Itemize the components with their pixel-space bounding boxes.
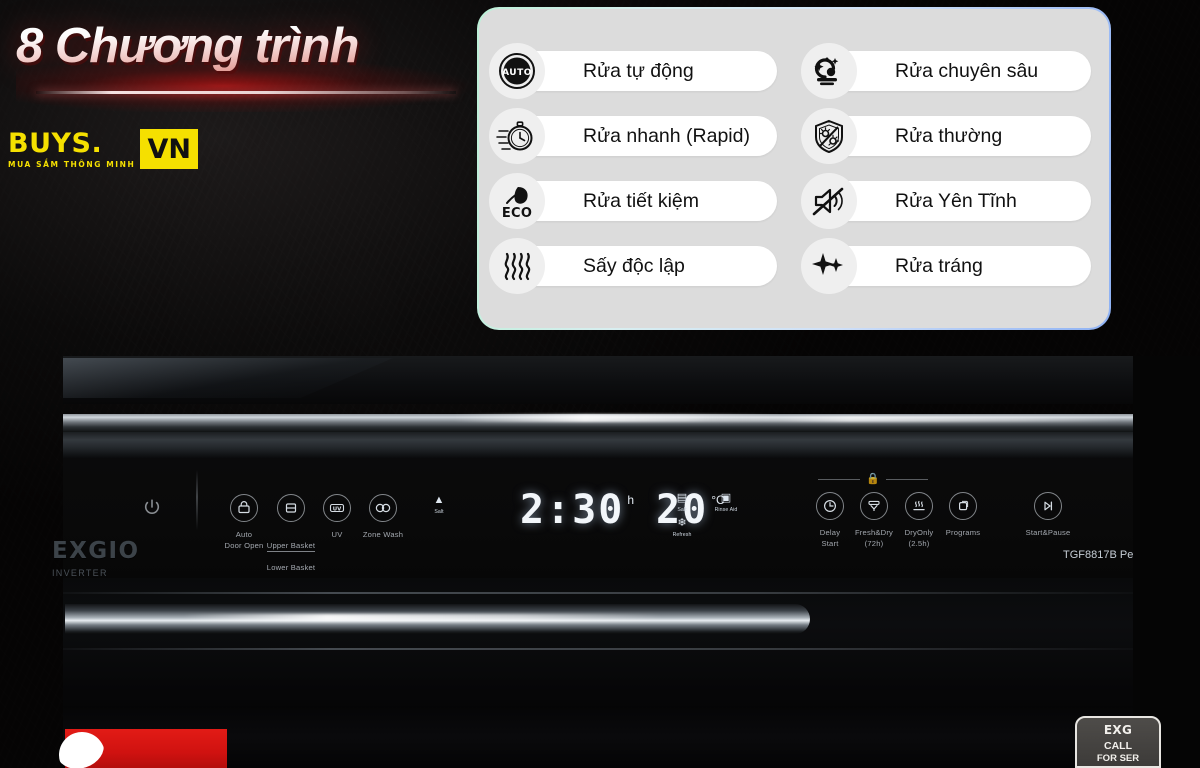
start-pause-button[interactable]: Start&Pause: [1000, 492, 1096, 538]
program-label: Rửa tiết kiệm: [583, 189, 700, 212]
indicator-salt-label: Salt: [677, 507, 687, 513]
program-pill: Rửa nhanh (Rapid): [511, 116, 777, 156]
program-label: Sấy độc lập: [583, 254, 685, 277]
indicator-rinse-aid: ▣ Rinse Aid: [704, 492, 748, 514]
page-title: 8 Chương trình: [16, 8, 436, 71]
program-item-quiet[interactable]: Rửa Yên Tĩnh: [793, 173, 1095, 229]
dry-heat-waves-icon: [489, 238, 545, 294]
program-label: Rửa chuyên sâu: [895, 59, 1039, 82]
image-right-crop: [1133, 356, 1200, 768]
brand-name: EXGIO: [52, 538, 140, 564]
program-pill: Rửa tiết kiệm: [511, 181, 777, 221]
handle-highlight: [183, 614, 663, 621]
start-pause-label: Start&Pause: [1025, 528, 1071, 537]
sticker-line-2: FOR SER: [1096, 753, 1140, 764]
snowflake-icon: ❄: [677, 517, 687, 529]
lock-dash-right: [885, 478, 929, 480]
auto-wash-icon: AUTO: [489, 43, 545, 99]
program-item-intensive[interactable]: Rửa chuyên sâu: [793, 43, 1095, 99]
shield-germ-icon: [801, 108, 857, 164]
site-logo: BUYS. MUA SẮM THÔNG MINH VN: [4, 129, 198, 169]
salt-label: Salt: [434, 509, 444, 515]
program-item-rinse[interactable]: Rửa tráng: [793, 238, 1095, 294]
program-pill: Rửa thường: [823, 116, 1091, 156]
svg-text:ECO: ECO: [502, 206, 532, 221]
program-pill: Rửa tráng: [823, 246, 1091, 286]
sparkle-rinse-icon: [801, 238, 857, 294]
service-sticker: EXG CALL FOR SER: [1075, 716, 1161, 768]
sticker-logo: EXG: [1103, 723, 1133, 737]
lock-dash-left: [818, 478, 861, 480]
program-pill: Sấy độc lập: [511, 246, 777, 286]
zone-wash-label: Zone Wash: [362, 530, 404, 539]
strip-highlight-b: [703, 416, 1123, 422]
indicator-refresh: ❄ Refresh: [660, 517, 704, 539]
logo-badge: VN: [140, 129, 198, 169]
lower-basket-label: Lower Basket: [266, 563, 316, 572]
mute-speaker-icon: [801, 173, 857, 229]
start-pause-icon: [1034, 492, 1062, 520]
program-list-panel: Rửa tự động AUTO Rửa chuyên sâu Rửa nhan…: [477, 7, 1111, 330]
rapid-stopwatch-icon: [489, 108, 545, 164]
logo-tagline: MUA SẮM THÔNG MINH: [8, 159, 136, 169]
indicator-rinse-aid-label: Rinse Aid: [714, 507, 738, 513]
programs-label: Programs: [945, 528, 981, 537]
salt-icon: ▤: [676, 492, 688, 504]
rinse-aid-icon: ▣: [720, 492, 732, 504]
dishwasher-image: [63, 356, 1133, 768]
salt-icon: ▲: [433, 494, 445, 506]
program-label: Rửa thường: [895, 124, 1003, 147]
program-pill: Rửa Yên Tĩnh: [823, 181, 1091, 221]
program-item-eco[interactable]: Rửa tiết kiệm ECO: [489, 173, 791, 229]
sticker-line-1: CALL: [1104, 740, 1132, 752]
programs-button[interactable]: Programs: [915, 492, 1011, 538]
program-pill: Rửa tự động: [511, 51, 777, 91]
logo-main-text: BUYS.: [8, 127, 103, 159]
door-seam-bottom: [63, 648, 1133, 650]
eco-leaf-icon: ECO: [489, 173, 545, 229]
program-label: Rửa Yên Tĩnh: [895, 189, 1017, 212]
power-icon[interactable]: [142, 497, 162, 517]
program-label: Rửa tráng: [895, 254, 983, 277]
svg-text:AUTO: AUTO: [502, 68, 532, 78]
indicator-salt-left: ▲ Salt: [417, 494, 461, 516]
headline-underline: [36, 91, 456, 94]
upper-basket-label: Upper Basket: [266, 541, 316, 552]
program-label: Rửa nhanh (Rapid): [583, 124, 750, 147]
brand-subtitle: INVERTER: [52, 568, 108, 578]
headline-block: 8 Chương trình: [16, 8, 476, 118]
program-item-dry[interactable]: Sấy độc lập: [489, 238, 791, 294]
red-banner: [65, 729, 227, 768]
zone-wash-icon: [369, 494, 397, 522]
program-item-normal[interactable]: Rửa thường: [793, 108, 1095, 164]
appliance-brand: EXGIO INVERTER: [52, 538, 140, 579]
logo-text-block: BUYS. MUA SẮM THÔNG MINH: [4, 129, 139, 169]
display-time-unit: h: [627, 493, 635, 507]
dishwasher-strip-lower: [63, 432, 1133, 458]
program-item-rapid[interactable]: Rửa nhanh (Rapid): [489, 108, 791, 164]
child-lock-icon: 🔒: [866, 472, 880, 485]
program-label: Rửa tự động: [583, 59, 694, 82]
program-list-inner: Rửa tự động AUTO Rửa chuyên sâu Rửa nhan…: [479, 9, 1109, 328]
indicator-refresh-label: Refresh: [672, 532, 692, 538]
program-item-auto[interactable]: Rửa tự động AUTO: [489, 43, 791, 99]
screenshot-root: 8 Chương trình BUYS. MUA SẮM THÔNG MINH …: [0, 0, 1200, 768]
door-seam-top: [63, 592, 1133, 594]
indicator-salt: ▤ Salt: [660, 492, 704, 514]
intensive-bubbles-icon: [801, 43, 857, 99]
child-lock-indicator: 🔒: [818, 472, 929, 486]
programs-icon: [949, 492, 977, 520]
model-number: TGF8817B Pe: [1063, 549, 1134, 561]
program-pill: Rửa chuyên sâu: [823, 51, 1091, 91]
display-time: 2:30: [520, 487, 625, 533]
